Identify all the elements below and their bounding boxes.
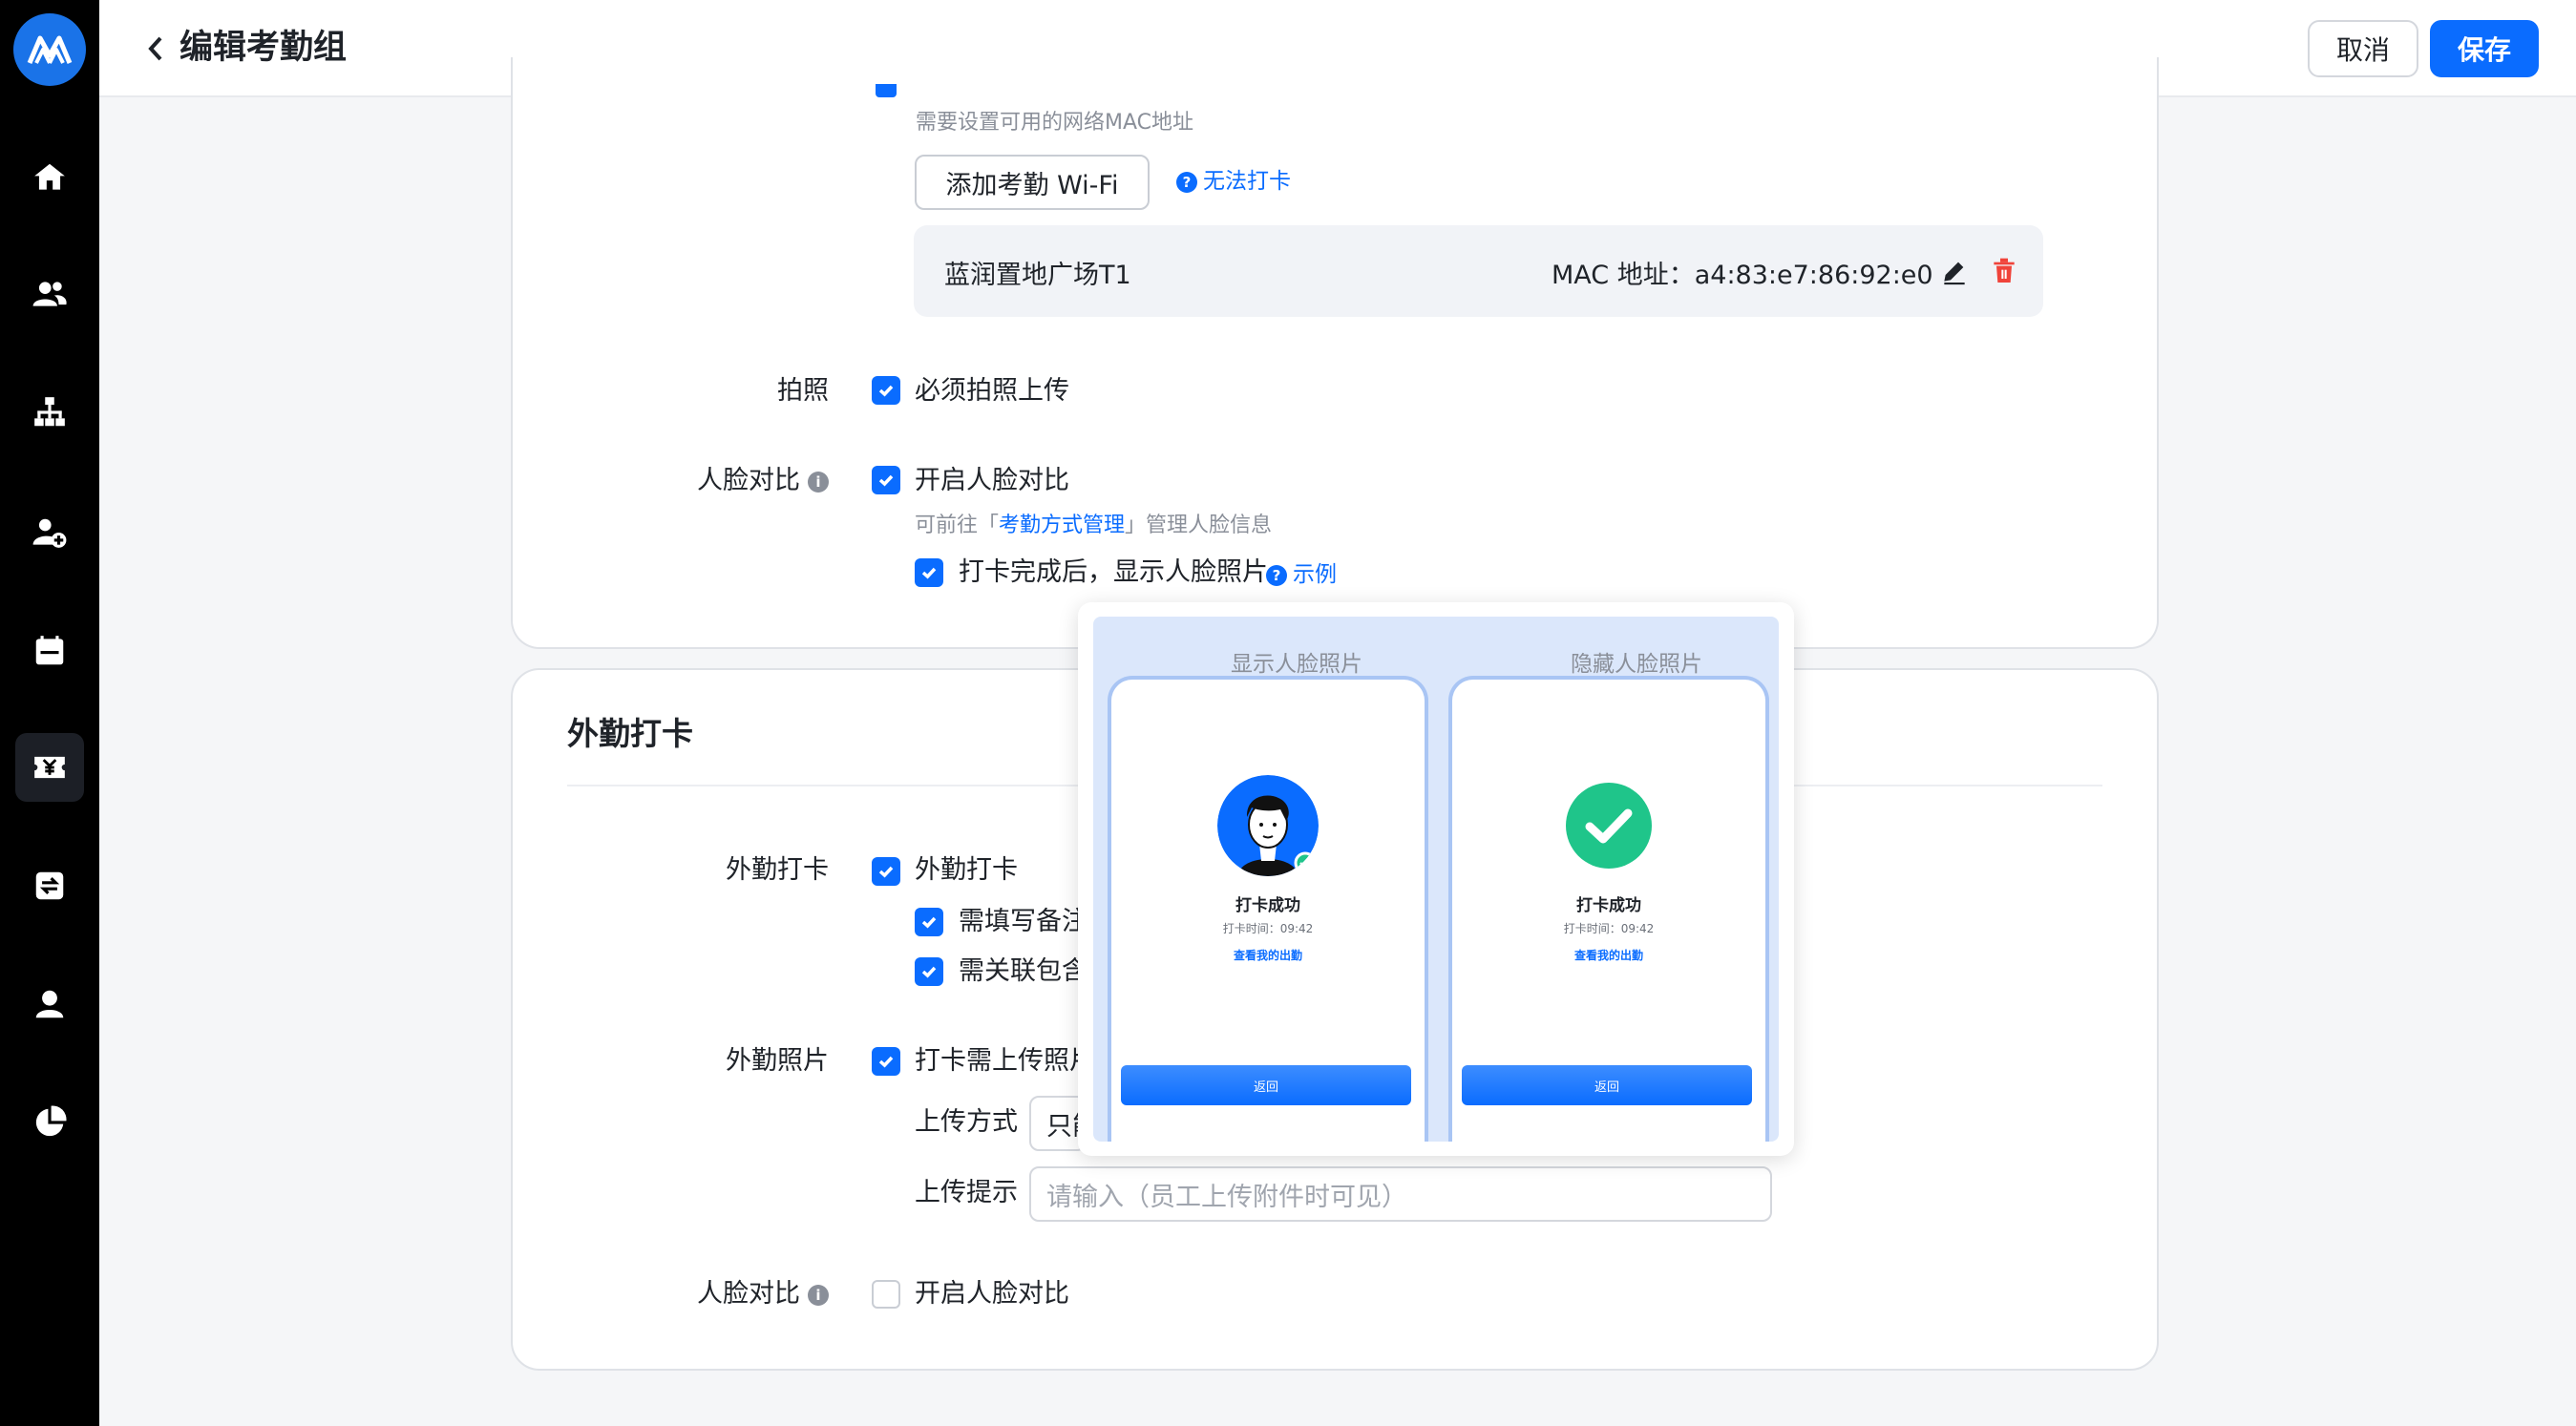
nav-org[interactable] bbox=[15, 378, 84, 447]
app-logo[interactable] bbox=[13, 13, 86, 86]
success-title: 打卡成功 bbox=[1235, 896, 1300, 915]
check-icon bbox=[921, 567, 937, 579]
delete-icon[interactable] bbox=[1989, 256, 2019, 286]
face-label: 人脸对比 i bbox=[659, 464, 829, 498]
upload-hint-label: 上传提示 bbox=[915, 1178, 1018, 1207]
chevron-left-icon bbox=[148, 36, 162, 61]
nav-stats[interactable] bbox=[15, 1088, 84, 1157]
cannot-punch-label: 无法打卡 bbox=[1203, 169, 1291, 194]
check-icon bbox=[878, 866, 894, 878]
nav-approval[interactable] bbox=[15, 851, 84, 920]
field-checkin-label: 外勤打卡 bbox=[726, 855, 829, 885]
wifi-entry-name: 蓝润置地广场T1 bbox=[944, 261, 1131, 290]
field-face-label-text: 人脸对比 bbox=[697, 1279, 800, 1309]
show-face-photo-option: 打卡完成后，显示人脸照片 bbox=[959, 557, 1268, 587]
nav-attendance[interactable] bbox=[15, 733, 84, 802]
show-photo-title: 显示人脸照片 bbox=[1231, 652, 1362, 677]
face-hint-prefix: 可前往「 bbox=[915, 514, 1000, 537]
face-hint: 可前往「考勤方式管理」管理人脸信息 bbox=[915, 512, 1272, 540]
cancel-button[interactable]: 取消 bbox=[2308, 20, 2418, 77]
nav-home[interactable] bbox=[15, 143, 84, 212]
sidebar bbox=[0, 0, 99, 1426]
logo-mark-icon bbox=[27, 35, 73, 64]
wifi-entry-mac: MAC 地址：a4:83:e7:86:92:e0 bbox=[1552, 261, 1933, 290]
check-icon bbox=[921, 916, 937, 929]
view-attendance-link[interactable]: 查看我的出勤 bbox=[1452, 947, 1765, 963]
photo-option: 必须拍照上传 bbox=[915, 376, 1069, 406]
return-button[interactable]: 返回 bbox=[1462, 1065, 1752, 1105]
users-icon bbox=[32, 282, 67, 306]
org-chart-icon bbox=[34, 397, 65, 427]
back-button[interactable] bbox=[141, 29, 170, 69]
nav-person[interactable] bbox=[15, 970, 84, 1038]
success-check-icon bbox=[1566, 783, 1652, 869]
hide-photo-title: 隐藏人脸照片 bbox=[1571, 652, 1702, 677]
link-option: 需关联包含 bbox=[959, 956, 1087, 986]
example-label: 示例 bbox=[1293, 562, 1337, 587]
user-add-icon bbox=[32, 518, 67, 548]
approval-icon bbox=[35, 871, 64, 900]
show-face-photo-checkbox[interactable] bbox=[915, 558, 943, 587]
face-label-text: 人脸对比 bbox=[697, 466, 800, 495]
check-icon bbox=[878, 1056, 894, 1068]
home-icon bbox=[34, 163, 65, 190]
check-icon bbox=[878, 474, 894, 487]
face-avatar-icon bbox=[1217, 775, 1319, 876]
check-icon bbox=[878, 385, 894, 397]
field-photo-checkbox[interactable] bbox=[872, 1047, 900, 1076]
link-checkbox[interactable] bbox=[915, 957, 943, 986]
face-hint-suffix: 」管理人脸信息 bbox=[1125, 514, 1273, 537]
example-link[interactable]: ? 示例 bbox=[1266, 557, 1337, 592]
yen-ticket-icon bbox=[34, 756, 65, 779]
wifi-hint: 需要设置可用的网络MAC地址 bbox=[916, 111, 1194, 135]
pie-chart-icon bbox=[35, 1105, 67, 1137]
edit-icon[interactable] bbox=[1939, 256, 1970, 286]
wifi-checkbox-partial[interactable] bbox=[876, 84, 897, 97]
checkin-time: 打卡时间：09:42 bbox=[1222, 922, 1314, 935]
section-title: 外勤打卡 bbox=[567, 715, 693, 752]
field-photo-option: 打卡需上传照片 bbox=[915, 1046, 1095, 1076]
view-attendance-link[interactable]: 查看我的出勤 bbox=[1111, 947, 1425, 963]
nav-users[interactable] bbox=[15, 260, 84, 328]
return-button[interactable]: 返回 bbox=[1121, 1065, 1411, 1105]
checkin-time: 打卡时间：09:42 bbox=[1563, 922, 1655, 935]
field-photo-label: 外勤照片 bbox=[726, 1046, 829, 1076]
face-checkbox[interactable] bbox=[872, 466, 900, 494]
check-icon bbox=[921, 966, 937, 978]
field-checkin-option: 外勤打卡 bbox=[915, 855, 1018, 885]
phone-preview-show: 打卡成功 打卡时间：09:42 查看我的出勤 返回 bbox=[1108, 676, 1428, 1142]
person-icon bbox=[35, 990, 64, 1018]
face-option: 开启人脸对比 bbox=[915, 466, 1069, 495]
upload-hint-input[interactable]: 请输入（员工上传附件时可见） bbox=[1029, 1166, 1772, 1222]
nav-calendar[interactable] bbox=[15, 617, 84, 685]
attendance-method-link[interactable]: 考勤方式管理 bbox=[999, 514, 1125, 537]
photo-label: 拍照 bbox=[777, 376, 829, 406]
calendar-icon bbox=[35, 636, 64, 665]
face-photo-example-popover: 显示人脸照片 隐藏人脸照片 打卡成功 打卡时间：09:42 查看我的出勤 返回 … bbox=[1078, 602, 1794, 1156]
field-checkin-checkbox[interactable] bbox=[872, 857, 900, 886]
question-icon: ? bbox=[1176, 171, 1197, 193]
cannot-punch-link[interactable]: ? 无法打卡 bbox=[1176, 164, 1291, 199]
wifi-entry-row: 蓝润置地广场T1 MAC 地址：a4:83:e7:86:92:e0 bbox=[914, 225, 2043, 317]
add-wifi-button[interactable]: 添加考勤 Wi-Fi bbox=[915, 155, 1150, 210]
remark-checkbox[interactable] bbox=[915, 908, 943, 936]
success-title: 打卡成功 bbox=[1576, 896, 1641, 915]
remark-option: 需填写备注 bbox=[959, 907, 1087, 936]
popover-content: 显示人脸照片 隐藏人脸照片 打卡成功 打卡时间：09:42 查看我的出勤 返回 … bbox=[1093, 617, 1779, 1142]
field-face-checkbox[interactable] bbox=[872, 1280, 900, 1309]
field-face-label: 人脸对比 i bbox=[659, 1277, 829, 1311]
photo-checkbox[interactable] bbox=[872, 376, 900, 405]
question-icon: ? bbox=[1266, 564, 1287, 586]
phone-preview-hide: 打卡成功 打卡时间：09:42 查看我的出勤 返回 bbox=[1448, 676, 1769, 1142]
upload-mode-label: 上传方式 bbox=[915, 1107, 1018, 1137]
save-button[interactable]: 保存 bbox=[2430, 20, 2539, 77]
page-title: 编辑考勤组 bbox=[179, 29, 348, 67]
info-icon[interactable]: i bbox=[808, 471, 829, 493]
info-icon[interactable]: i bbox=[808, 1284, 829, 1306]
field-face-option: 开启人脸对比 bbox=[915, 1279, 1069, 1309]
nav-user-add[interactable] bbox=[15, 498, 84, 567]
